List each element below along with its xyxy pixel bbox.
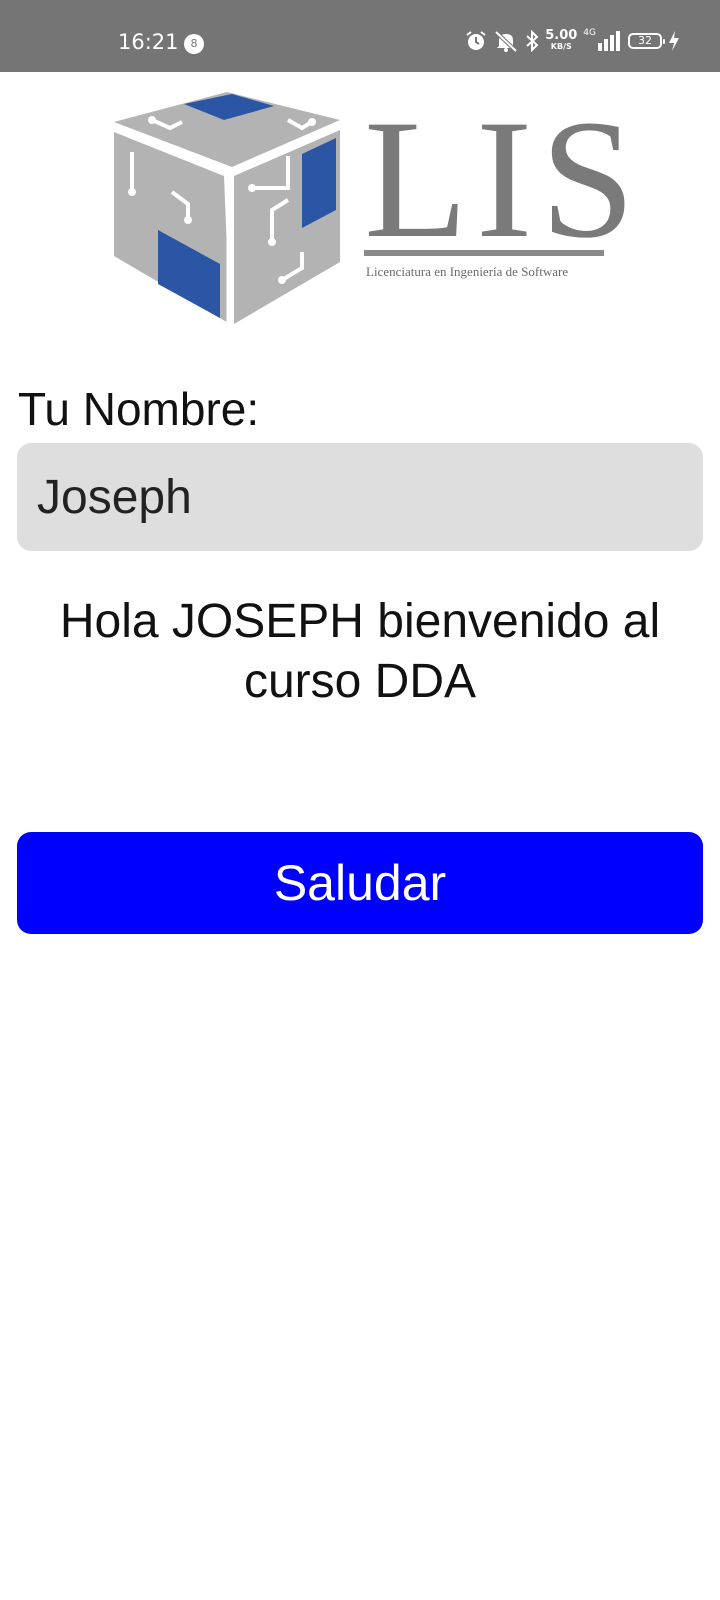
logo-text: LIS <box>364 85 643 273</box>
notification-badge: 8 <box>184 34 204 54</box>
status-time: 16:21 <box>118 30 179 54</box>
battery-icon: 32 <box>628 33 665 49</box>
network-speed: 5.00 KB/S <box>545 28 578 51</box>
greet-button[interactable]: Saludar <box>17 832 703 934</box>
name-input[interactable] <box>17 443 703 551</box>
greeting-message: Hola JOSEPH bienvenido al curso DDA <box>59 595 661 708</box>
logo-subtitle: Licenciatura en Ingeniería de Software <box>366 264 569 279</box>
logo-divider <box>364 250 604 256</box>
bluetooth-icon <box>526 30 539 52</box>
network-type: 4G <box>583 28 596 38</box>
charging-icon <box>669 31 679 51</box>
status-icons: 5.00 KB/S 4G 32 <box>465 26 680 56</box>
name-label: Tu Nombre: <box>18 383 260 435</box>
mute-icon <box>494 30 518 52</box>
signal-icon <box>598 31 620 51</box>
alarm-icon <box>466 31 486 50</box>
status-bar: 16:21 8 5.00 KB/S 4G 32 <box>0 0 720 72</box>
